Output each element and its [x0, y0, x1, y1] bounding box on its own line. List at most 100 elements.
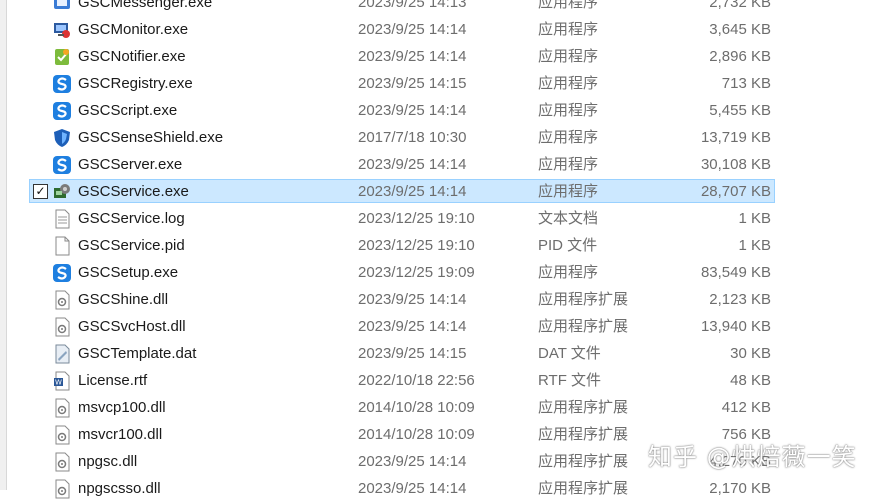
file-name: GSCScript.exe	[78, 102, 178, 119]
app-icon-shield	[52, 128, 72, 148]
file-size: 48 KB	[730, 372, 771, 389]
file-size: 2,170 KB	[709, 480, 771, 497]
file-size: 30 KB	[730, 345, 771, 362]
file-date-modified: 2014/10/28 10:09	[358, 426, 475, 443]
file-size: 2,123 KB	[709, 291, 771, 308]
file-row[interactable]: W License.rtf 2022/10/18 22:56 RTF 文件 48 KB	[0, 367, 890, 394]
file-type: RTF 文件	[538, 372, 602, 389]
file-name: GSCSenseShield.exe	[78, 129, 224, 146]
file-date-modified: 2023/9/25 14:14	[358, 102, 467, 119]
file-type: 应用程序扩展	[538, 480, 629, 497]
file-size: 713 KB	[721, 75, 771, 92]
file-size: 412 KB	[721, 399, 771, 416]
file-name: GSCSvcHost.dll	[78, 318, 186, 335]
file-row[interactable]: msvcp100.dll 2014/10/28 10:09 应用程序扩展 412 KB	[0, 394, 890, 421]
dll-file-icon	[52, 317, 72, 337]
file-name: GSCTemplate.dat	[78, 345, 197, 362]
file-name: msvcp100.dll	[78, 399, 166, 416]
file-type: 应用程序扩展	[538, 318, 629, 335]
dll-file-icon	[52, 479, 72, 499]
file-type: 应用程序	[538, 183, 599, 200]
file-name: GSCService.log	[78, 210, 185, 227]
file-date-modified: 2023/9/25 14:14	[358, 183, 467, 200]
file-name: GSCRegistry.exe	[78, 75, 193, 92]
file-name: npgscsso.dll	[78, 480, 161, 497]
file-date-modified: 2023/9/25 14:14	[358, 291, 467, 308]
rtf-file-icon: W	[52, 371, 72, 391]
file-row[interactable]: GSCSvcHost.dll 2023/9/25 14:14 应用程序扩展 13,94…	[0, 313, 890, 340]
file-date-modified: 2023/12/25 19:10	[358, 237, 475, 254]
app-icon-blue-s	[52, 155, 72, 175]
file-date-modified: 2023/9/25 14:14	[358, 156, 467, 173]
file-row[interactable]: GSCServer.exe 2023/9/25 14:14 应用程序 30,108 K…	[0, 151, 890, 178]
file-row[interactable]: GSCShine.dll 2023/9/25 14:14 应用程序扩展 2,123 K…	[0, 286, 890, 313]
app-icon-blue-s	[52, 74, 72, 94]
file-type: 应用程序	[538, 0, 599, 11]
file-name: GSCNotifier.exe	[78, 48, 186, 65]
file-row[interactable]: GSCService.log 2023/12/25 19:10 文本文档 1 KB	[0, 205, 890, 232]
file-name: License.rtf	[78, 372, 148, 389]
file-date-modified: 2023/9/25 14:14	[358, 21, 467, 38]
file-name: GSCMessenger.exe	[78, 0, 213, 11]
watermark: 知乎 @烘焙薇一笑	[648, 443, 857, 471]
dll-file-icon	[52, 290, 72, 310]
file-type: DAT 文件	[538, 345, 601, 362]
file-size: 5,455 KB	[709, 102, 771, 119]
file-type: 应用程序扩展	[538, 453, 629, 470]
file-row[interactable]: GSCScript.exe 2023/9/25 14:14 应用程序 5,455 KB	[0, 97, 890, 124]
file-type: 应用程序扩展	[538, 426, 629, 443]
file-row[interactable]: GSCRegistry.exe 2023/9/25 14:15 应用程序 713 KB	[0, 70, 890, 97]
file-type: 应用程序	[538, 156, 599, 173]
file-size: 3,645 KB	[709, 21, 771, 38]
file-date-modified: 2023/12/25 19:09	[358, 264, 475, 281]
app-icon-messenger	[52, 0, 72, 13]
app-icon-blue-s	[52, 263, 72, 283]
file-row[interactable]: GSCService.pid 2023/12/25 19:10 PID 文件 1 KB	[0, 232, 890, 259]
file-row[interactable]: GSCNotifier.exe 2023/9/25 14:14 应用程序 2,896 …	[0, 43, 890, 70]
file-type: 应用程序扩展	[538, 399, 629, 416]
file-name: GSCService.exe	[78, 183, 189, 200]
file-size: 1 KB	[738, 237, 771, 254]
file-row[interactable]: GSCMessenger.exe 2023/9/25 14:13 应用程序 2,732…	[0, 0, 890, 16]
app-icon-monitor	[52, 20, 72, 40]
file-row[interactable]: GSCSetup.exe 2023/12/25 19:09 应用程序 83,549 K…	[0, 259, 890, 286]
file-name: GSCShine.dll	[78, 291, 169, 308]
blank-file-icon	[52, 236, 72, 256]
file-date-modified: 2023/9/25 14:15	[358, 75, 467, 92]
file-size: 2,896 KB	[709, 48, 771, 65]
file-type: 应用程序扩展	[538, 291, 629, 308]
file-type: 应用程序	[538, 48, 599, 65]
file-type: PID 文件	[538, 237, 598, 254]
file-row[interactable]: ✓ GSCService.exe 2023/9/25 14:14 应用程序 28,707…	[0, 178, 890, 205]
file-row[interactable]: npgscsso.dll 2023/9/25 14:14 应用程序扩展 2,170 K…	[0, 475, 890, 502]
svg-text:W: W	[55, 379, 62, 387]
file-date-modified: 2023/9/25 14:14	[358, 453, 467, 470]
file-name: npgsc.dll	[78, 453, 138, 470]
file-name: msvcr100.dll	[78, 426, 163, 443]
dat-file-icon	[52, 344, 72, 364]
file-row[interactable]: GSCTemplate.dat 2023/9/25 14:15 DAT 文件 30 K…	[0, 340, 890, 367]
file-date-modified: 2023/12/25 19:10	[358, 210, 475, 227]
file-date-modified: 2023/9/25 14:14	[358, 480, 467, 497]
file-name: GSCMonitor.exe	[78, 21, 189, 38]
file-row[interactable]: GSCMonitor.exe 2023/9/25 14:14 应用程序 3,645 K…	[0, 16, 890, 43]
text-file-icon	[52, 209, 72, 229]
file-row[interactable]: GSCSenseShield.exe 2017/7/18 10:30 应用程序 13,…	[0, 124, 890, 151]
app-icon-service	[52, 182, 72, 202]
file-date-modified: 2023/9/25 14:15	[358, 345, 467, 362]
row-checkbox[interactable]: ✓	[33, 184, 48, 199]
file-date-modified: 2017/7/18 10:30	[358, 129, 467, 146]
dll-file-icon	[52, 452, 72, 472]
file-date-modified: 2022/10/18 22:56	[358, 372, 475, 389]
file-list: GSCMessenger.exe 2023/9/25 14:13 应用程序 2,732…	[0, 0, 890, 502]
file-type: 应用程序	[538, 102, 599, 119]
file-size: 30,108 KB	[700, 156, 771, 173]
file-date-modified: 2023/9/25 14:14	[358, 48, 467, 65]
file-name: GSCService.pid	[78, 237, 185, 254]
file-name: GSCSetup.exe	[78, 264, 179, 281]
file-size: 28,707 KB	[700, 183, 771, 200]
file-name: GSCServer.exe	[78, 156, 183, 173]
app-icon-blue-s	[52, 101, 72, 121]
file-size: 13,940 KB	[700, 318, 771, 335]
file-size: 83,549 KB	[700, 264, 771, 281]
